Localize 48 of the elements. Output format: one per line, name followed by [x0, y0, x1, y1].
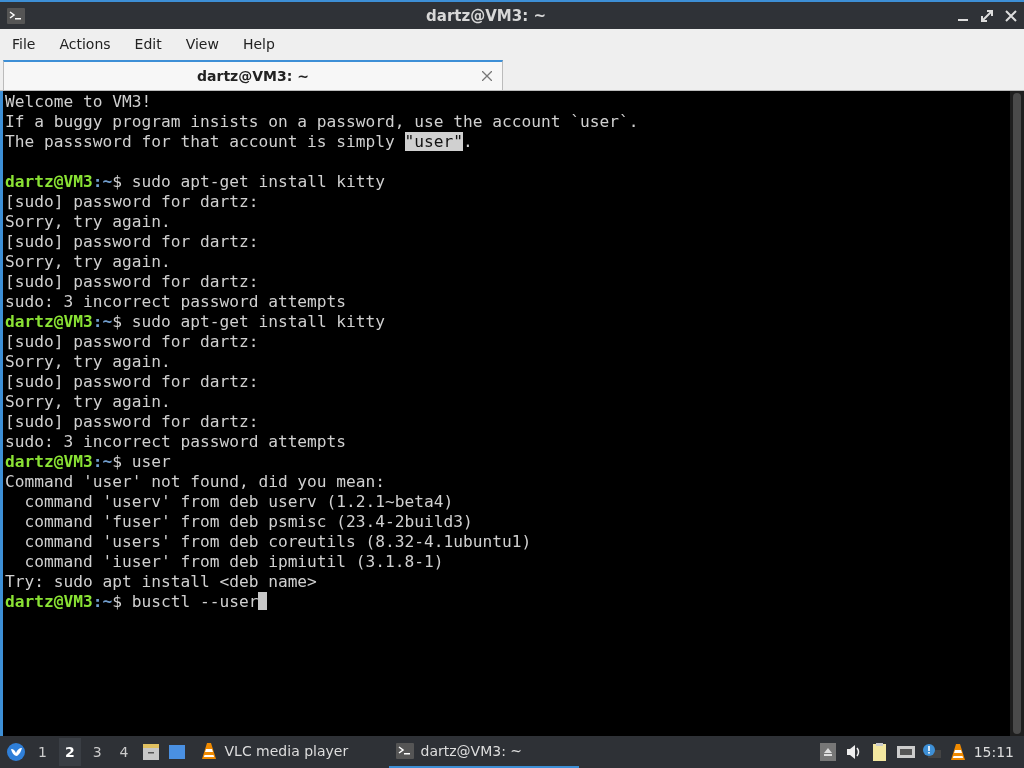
terminal-line: Welcome to VM3!: [5, 92, 153, 112]
menu-item[interactable]: Help: [234, 36, 283, 52]
terminal-line: The passsword for that account is simply "user".: [5, 132, 474, 152]
eject-icon[interactable]: [817, 742, 838, 762]
terminal-line: [sudo] password for dartz:: [5, 412, 260, 432]
menu-item[interactable]: View: [177, 36, 227, 52]
menu-item[interactable]: Actions: [51, 36, 119, 52]
terminal-line: command 'users' from deb coreutils (8.32-4.1ubuntu1): [23, 532, 533, 552]
file-cabinet-icon[interactable]: [140, 742, 161, 762]
window-title: dartz@VM3: ~: [425, 6, 547, 25]
close-icon[interactable]: [482, 71, 492, 81]
task-button[interactable]: VLC media player: [192, 736, 383, 768]
tab[interactable]: dartz@VM3: ~: [3, 60, 503, 90]
scrollbar[interactable]: [1010, 91, 1024, 736]
prompt-line: dartz@VM3:~$ sudo apt-get install kitty: [5, 172, 386, 191]
terminal-line: [sudo] password for dartz:: [5, 232, 260, 252]
menu-item[interactable]: Edit: [126, 36, 170, 52]
terminal-line: Command 'user' not found, did you mean:: [5, 472, 387, 492]
terminal-line: command 'fuser' from deb psmisc (23.4-2build3): [23, 512, 474, 532]
terminal-line: command 'userv' from deb userv (1.2.1~beta4): [23, 492, 455, 512]
terminal-line: Sorry, try again.: [5, 392, 172, 412]
terminal-icon: [394, 741, 415, 761]
terminal-line: Try: sudo apt install <deb name>: [5, 572, 318, 592]
prompt-line: dartz@VM3:~$ busctl --user: [5, 592, 259, 611]
workspace-button[interactable]: 1: [32, 738, 53, 766]
clock: 15:11: [973, 744, 1014, 760]
task-button[interactable]: dartz@VM3: ~: [388, 736, 579, 768]
menu-item[interactable]: File: [4, 36, 44, 52]
terminal-icon: [6, 5, 26, 26]
workspace-button[interactable]: 4: [113, 738, 135, 766]
terminal-line: [sudo] password for dartz:: [5, 192, 260, 212]
maximize-icon[interactable]: [980, 8, 994, 23]
terminal-line: [sudo] password for dartz:: [5, 372, 260, 392]
terminal-line: If a buggy program insists on a password, use the account `user`.: [5, 112, 640, 132]
terminal-line: sudo: 3 incorrect password attempts: [5, 292, 348, 312]
prompt-line: dartz@VM3:~$ user: [5, 452, 171, 471]
terminal-line: Sorry, try again.: [5, 352, 172, 372]
terminal-line: [sudo] password for dartz:: [5, 272, 260, 292]
terminal-line: [sudo] password for dartz:: [5, 332, 260, 352]
workspace-button[interactable]: 3: [86, 738, 108, 766]
workspace-button[interactable]: 2: [58, 738, 81, 766]
prompt-line: dartz@VM3:~$ sudo apt-get install kitty: [5, 312, 386, 331]
terminal-area[interactable]: [0, 91, 1024, 736]
terminal-line: command 'iuser' from deb ipmiutil (3.1.8-1): [23, 552, 445, 572]
terminal-line: sudo: 3 incorrect password attempts: [5, 432, 348, 452]
terminal-line: Sorry, try again.: [5, 252, 172, 272]
desktop-icon[interactable]: [166, 742, 187, 762]
terminal-line: Sorry, try again.: [5, 212, 172, 232]
